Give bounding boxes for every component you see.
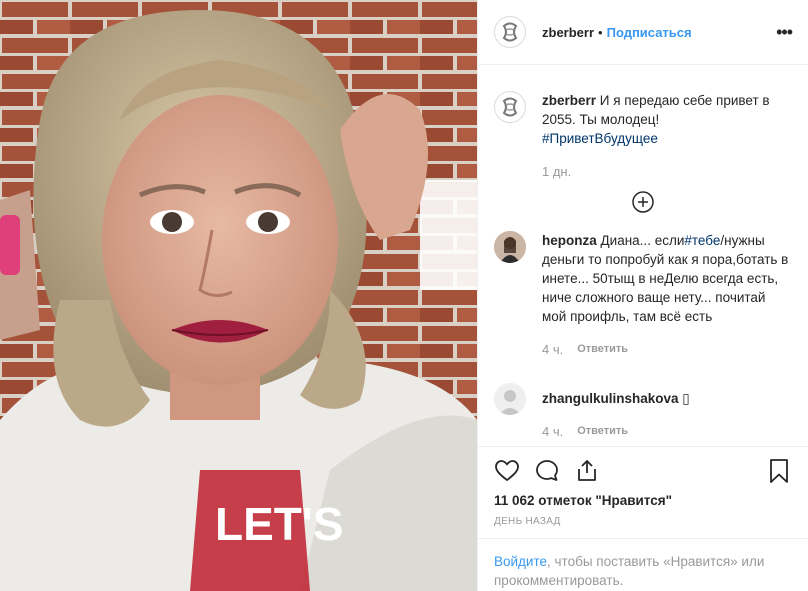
comment-item: zhangulkulinshakova ▯ 4 ч. Ответить bbox=[478, 383, 808, 441]
author-logo-icon bbox=[496, 93, 524, 121]
comment-meta: 4 ч. Ответить bbox=[542, 422, 690, 441]
post-header: zberberr • Подписаться ••• bbox=[478, 0, 808, 65]
login-link[interactable]: Войдите bbox=[494, 554, 547, 569]
selfie-illustration: LET'S bbox=[0, 0, 477, 591]
default-user-icon bbox=[494, 383, 526, 415]
caption-avatar[interactable] bbox=[494, 91, 526, 123]
caption-meta: 1 дн. bbox=[542, 162, 792, 181]
caption-time[interactable]: 1 дн. bbox=[542, 162, 571, 181]
post-photo[interactable]: LET'S bbox=[0, 0, 477, 591]
author-username[interactable]: zberberr bbox=[542, 25, 594, 40]
comment-text: ▯ bbox=[682, 391, 690, 406]
comment-text-before: Диана... если bbox=[600, 233, 685, 248]
commenter-avatar[interactable] bbox=[494, 231, 526, 263]
action-icons bbox=[494, 457, 792, 485]
comment-username[interactable]: heponza bbox=[542, 233, 597, 248]
post-date[interactable]: ДЕНЬ НАЗАД bbox=[494, 516, 792, 527]
comment-body: heponza Диана... если#тебе/нужны деньги … bbox=[542, 231, 792, 359]
follow-button[interactable]: Подписаться bbox=[607, 25, 692, 40]
caption-body: zberberr И я передаю себе привет в 2055.… bbox=[542, 91, 792, 181]
comment-icon[interactable] bbox=[534, 458, 560, 484]
share-icon[interactable] bbox=[574, 458, 600, 484]
comment-meta: 4 ч. Ответить bbox=[542, 340, 792, 359]
heart-icon[interactable] bbox=[494, 458, 520, 484]
comment-time[interactable]: 4 ч. bbox=[542, 422, 563, 441]
comment-hashtag[interactable]: #тебе bbox=[684, 233, 720, 248]
shirt-print-text: LET'S bbox=[215, 498, 344, 550]
author-avatar[interactable] bbox=[494, 16, 526, 48]
post-actions: 11 062 отметок "Нравится" ДЕНЬ НАЗАД bbox=[478, 446, 808, 527]
plus-circle-icon[interactable] bbox=[632, 191, 654, 213]
likes-count[interactable]: 11 062 отметок "Нравится" bbox=[494, 493, 792, 508]
separator-dot: • bbox=[598, 24, 603, 40]
caption-username[interactable]: zberberr bbox=[542, 93, 596, 108]
load-more-row bbox=[478, 191, 808, 213]
commenter-avatar[interactable] bbox=[494, 383, 526, 415]
reply-button[interactable]: Ответить bbox=[577, 422, 628, 441]
post-sidebar: zberberr • Подписаться ••• zberberr И я … bbox=[477, 0, 808, 591]
comment-time[interactable]: 4 ч. bbox=[542, 340, 563, 359]
caption: zberberr И я передаю себе привет в 2055.… bbox=[478, 91, 808, 181]
caption-hashtag[interactable]: #ПриветВбудущее bbox=[542, 131, 658, 146]
comment-body: zhangulkulinshakova ▯ 4 ч. Ответить bbox=[542, 383, 690, 441]
instagram-post: LET'S zberberr • Подписаться ••• zberber… bbox=[0, 0, 808, 591]
commenter-photo-icon bbox=[494, 231, 526, 263]
bookmark-icon[interactable] bbox=[766, 458, 792, 484]
login-prompt: Войдите, чтобы поставить «Нравится» или … bbox=[478, 538, 808, 591]
comments-list[interactable]: zberberr И я передаю себе привет в 2055.… bbox=[478, 65, 808, 445]
reply-button[interactable]: Ответить bbox=[577, 340, 628, 359]
more-options-button[interactable]: ••• bbox=[776, 22, 793, 43]
author-logo-icon bbox=[496, 18, 524, 46]
comment-username[interactable]: zhangulkulinshakova bbox=[542, 391, 679, 406]
comment-item: heponza Диана... если#тебе/нужны деньги … bbox=[478, 231, 808, 359]
